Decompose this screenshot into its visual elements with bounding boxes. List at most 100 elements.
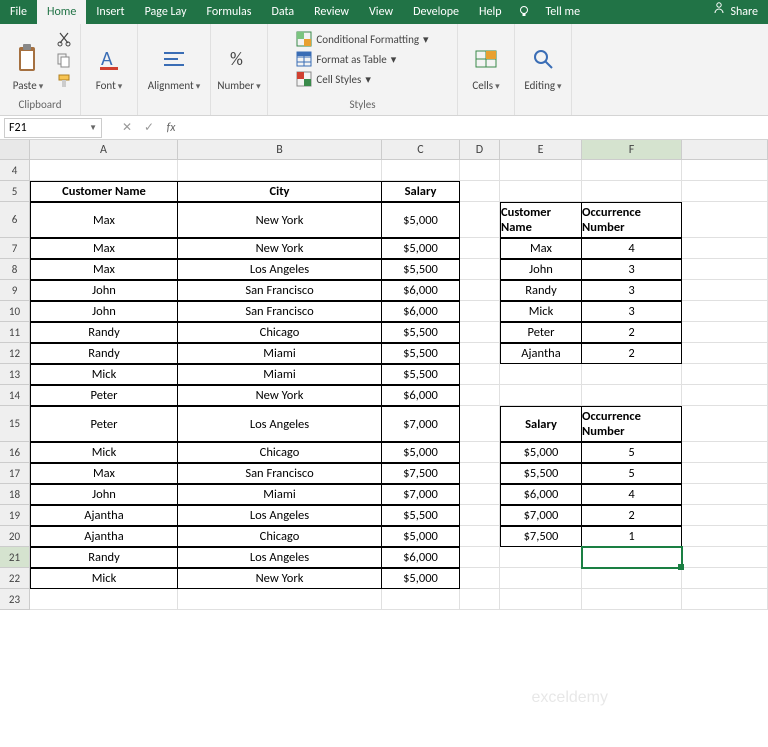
cell-city[interactable]: New York (178, 568, 382, 589)
cell-side-f[interactable] (582, 547, 682, 568)
cell-salary[interactable]: $6,000 (382, 280, 460, 301)
cell[interactable] (460, 343, 500, 364)
cell-side-e[interactable]: Max (500, 238, 582, 259)
cell-name[interactable]: Ajantha (30, 505, 178, 526)
font-button[interactable]: A Font▾ (87, 28, 131, 94)
cell-name[interactable]: Max (30, 238, 178, 259)
tab-home[interactable]: Home (37, 0, 86, 24)
cell-salary[interactable]: $5,500 (382, 322, 460, 343)
cell-city[interactable]: Miami (178, 343, 382, 364)
cell-salary[interactable]: $5,500 (382, 259, 460, 280)
cell[interactable] (460, 526, 500, 547)
cell-salary[interactable]: $5,500 (382, 343, 460, 364)
cell[interactable] (682, 385, 768, 406)
cell-side-f[interactable] (582, 160, 682, 181)
cell-side-f[interactable]: 5 (582, 463, 682, 484)
cell[interactable] (460, 406, 500, 442)
cell-salary[interactable]: $5,000 (382, 568, 460, 589)
header-city[interactable]: City (178, 181, 382, 202)
cell-city[interactable]: Chicago (178, 526, 382, 547)
cell-side-e[interactable]: Mick (500, 301, 582, 322)
col-header-D[interactable]: D (460, 140, 500, 159)
cell[interactable] (682, 322, 768, 343)
alignment-button[interactable]: Alignment▾ (144, 28, 204, 94)
cell[interactable] (682, 259, 768, 280)
cell[interactable] (460, 568, 500, 589)
tab-developer[interactable]: Develope (403, 0, 469, 24)
cell-side-f[interactable] (582, 181, 682, 202)
cell-side-f[interactable]: 1 (582, 526, 682, 547)
tab-view[interactable]: View (359, 0, 403, 24)
row-header[interactable]: 12 (0, 343, 30, 364)
cell[interactable] (460, 484, 500, 505)
cell[interactable] (178, 160, 382, 181)
cell-salary[interactable]: $6,000 (382, 385, 460, 406)
cell-city[interactable]: Los Angeles (178, 505, 382, 526)
cell-side-f[interactable] (582, 364, 682, 385)
tab-data[interactable]: Data (261, 0, 304, 24)
row-header[interactable]: 23 (0, 589, 30, 610)
cell[interactable] (682, 442, 768, 463)
cell[interactable] (30, 160, 178, 181)
cell[interactable] (682, 181, 768, 202)
cell[interactable] (682, 160, 768, 181)
col-header-A[interactable]: A (30, 140, 178, 159)
cell-side-e[interactable] (500, 364, 582, 385)
cell-styles-button[interactable]: Cell Styles ▾ (292, 70, 432, 88)
row-header[interactable]: 13 (0, 364, 30, 385)
cell[interactable] (682, 238, 768, 259)
cell-name[interactable]: John (30, 280, 178, 301)
cell[interactable] (460, 259, 500, 280)
cell[interactable] (30, 589, 178, 610)
cell-side-e[interactable]: Randy (500, 280, 582, 301)
tell-me[interactable]: Tell me (536, 0, 591, 24)
cell-side-e[interactable]: $7,000 (500, 505, 582, 526)
cell-city[interactable]: Los Angeles (178, 259, 382, 280)
col-header-C[interactable]: C (382, 140, 460, 159)
cell-side-e[interactable] (500, 547, 582, 568)
cell[interactable] (382, 160, 460, 181)
cell-name[interactable]: Max (30, 202, 178, 238)
cell[interactable] (682, 463, 768, 484)
row-header[interactable]: 4 (0, 160, 30, 181)
cell-city[interactable]: Los Angeles (178, 547, 382, 568)
cell-side-f[interactable]: Occurrence Number (582, 406, 682, 442)
cell[interactable] (460, 589, 500, 610)
cell-city[interactable]: San Francisco (178, 463, 382, 484)
tab-pagelayout[interactable]: Page Lay (135, 0, 197, 24)
cell-name[interactable]: Max (30, 259, 178, 280)
fx-icon[interactable]: fx (160, 118, 182, 138)
cut-icon[interactable] (54, 30, 74, 48)
cell[interactable] (460, 301, 500, 322)
cell-city[interactable]: New York (178, 202, 382, 238)
cell[interactable] (460, 463, 500, 484)
cell[interactable] (460, 364, 500, 385)
cell[interactable] (460, 280, 500, 301)
cell[interactable] (460, 385, 500, 406)
cell[interactable] (682, 505, 768, 526)
row-header[interactable]: 7 (0, 238, 30, 259)
cell-side-f[interactable]: 4 (582, 238, 682, 259)
cell-city[interactable]: Chicago (178, 322, 382, 343)
row-header[interactable]: 20 (0, 526, 30, 547)
cell[interactable] (460, 160, 500, 181)
row-header[interactable]: 18 (0, 484, 30, 505)
cell[interactable] (460, 322, 500, 343)
tab-insert[interactable]: Insert (86, 0, 134, 24)
cell-city[interactable]: San Francisco (178, 280, 382, 301)
cell-city[interactable]: Los Angeles (178, 406, 382, 442)
cell-side-e[interactable]: John (500, 259, 582, 280)
cell-name[interactable]: Randy (30, 343, 178, 364)
cell-city[interactable]: New York (178, 238, 382, 259)
cell-side-e[interactable] (500, 568, 582, 589)
cell-side-e[interactable]: $5,500 (500, 463, 582, 484)
cell-side-e[interactable]: Ajantha (500, 343, 582, 364)
cell-salary[interactable]: $7,000 (382, 484, 460, 505)
cell[interactable] (460, 238, 500, 259)
cell-name[interactable]: Mick (30, 364, 178, 385)
tab-review[interactable]: Review (304, 0, 359, 24)
cell-name[interactable]: John (30, 301, 178, 322)
cell-name[interactable]: Peter (30, 385, 178, 406)
conditional-formatting-button[interactable]: Conditional Formatting ▾ (292, 30, 432, 48)
select-all-corner[interactable] (0, 140, 30, 159)
